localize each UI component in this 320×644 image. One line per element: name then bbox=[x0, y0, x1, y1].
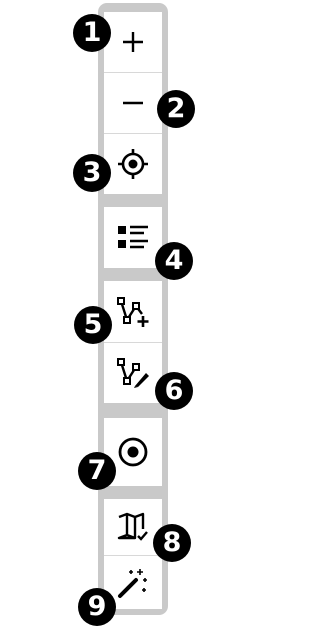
callout-badge-2: 2 bbox=[157, 90, 195, 128]
callout-badge-5: 5 bbox=[74, 306, 112, 344]
crosshair-icon bbox=[118, 149, 148, 179]
map-toolbar-callout-figure: 1 2 3 4 5 6 7 8 9 bbox=[0, 0, 281, 644]
plus-icon bbox=[123, 32, 143, 52]
callout-badge-4: 4 bbox=[155, 242, 193, 280]
callout-badge-3: 3 bbox=[73, 154, 111, 192]
zoom-in-button[interactable] bbox=[104, 12, 162, 72]
draw-edit-button[interactable] bbox=[104, 343, 162, 403]
polyline-add-icon bbox=[117, 296, 149, 327]
map-check-icon bbox=[117, 512, 148, 541]
layers-list-button[interactable] bbox=[104, 207, 162, 268]
callout-badge-8: 8 bbox=[153, 524, 191, 562]
callout-badge-7: 7 bbox=[78, 452, 116, 490]
draw-add-button[interactable] bbox=[104, 281, 162, 342]
callout-badge-6: 6 bbox=[155, 372, 193, 410]
polyline-edit-icon bbox=[117, 358, 149, 388]
locate-button[interactable] bbox=[104, 134, 162, 194]
callout-badge-9: 9 bbox=[78, 588, 116, 626]
target-circle-icon bbox=[118, 437, 148, 467]
callout-badge-1: 1 bbox=[73, 14, 111, 52]
minus-icon bbox=[123, 101, 143, 105]
magic-wand-icon bbox=[118, 568, 147, 598]
zoom-out-button[interactable] bbox=[104, 73, 162, 133]
list-icon bbox=[118, 225, 148, 248]
